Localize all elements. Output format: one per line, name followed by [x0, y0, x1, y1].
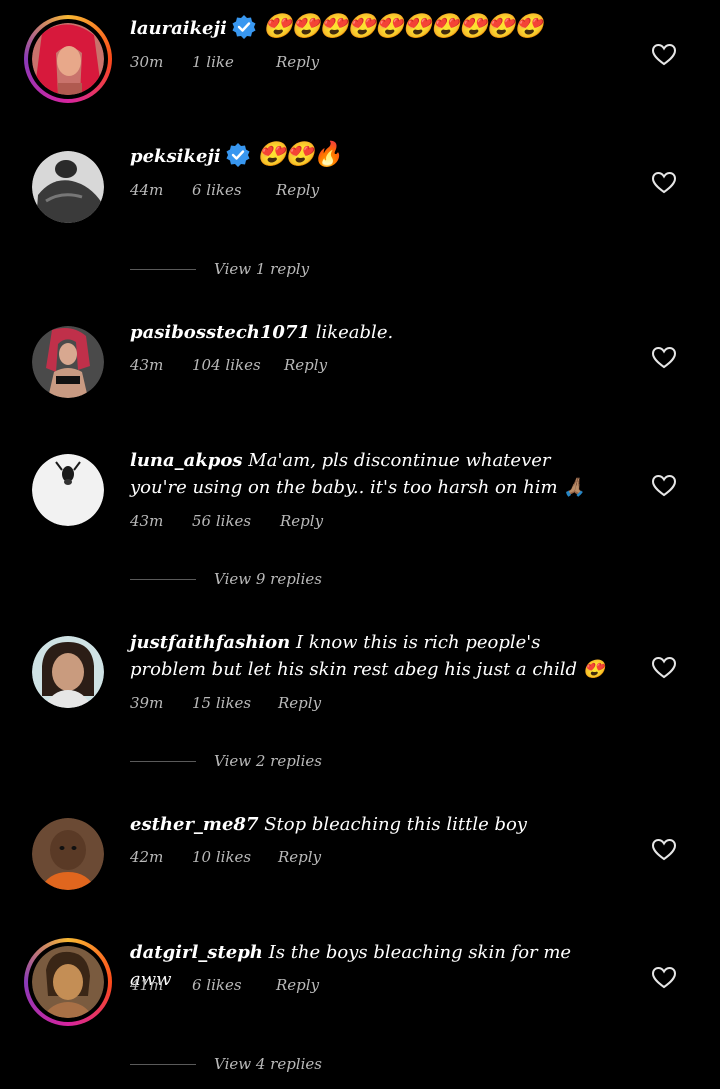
reply-button[interactable]: Reply — [276, 181, 319, 199]
comment-body: likeable. — [315, 322, 394, 343]
comment-time: 44m — [130, 181, 164, 199]
avatar — [32, 23, 104, 95]
comment-text-block: esther_me87 Stop bleaching this little b… — [130, 811, 610, 838]
reply-button[interactable]: Reply — [276, 976, 319, 994]
view-replies-divider — [130, 761, 196, 762]
comment-likes[interactable]: 6 likes — [192, 976, 276, 994]
comment-meta: 39m 15 likes Reply — [130, 694, 321, 712]
comment-body: 😍😍🔥 — [256, 140, 343, 168]
view-replies-label[interactable]: View 1 reply — [214, 260, 309, 278]
heart-icon[interactable] — [651, 965, 677, 991]
view-replies-label[interactable]: View 9 replies — [214, 570, 322, 588]
reply-button[interactable]: Reply — [276, 53, 319, 71]
avatar-wrap[interactable] — [32, 151, 104, 223]
heart-icon[interactable] — [651, 170, 677, 196]
comment-meta: 30m 1 like Reply — [130, 53, 319, 71]
avatar-story-ring[interactable] — [24, 938, 112, 1026]
avatar-wrap[interactable] — [32, 818, 104, 890]
comment-time: 39m — [130, 694, 164, 712]
view-replies-divider — [130, 1064, 196, 1065]
comment-text-block: luna_akpos Ma'am, pls discontinue whatev… — [130, 447, 610, 501]
view-replies-label[interactable]: View 4 replies — [214, 1055, 322, 1073]
comment-body: Stop bleaching this little boy — [264, 814, 527, 835]
avatar — [32, 636, 104, 708]
heart-icon[interactable] — [651, 42, 677, 68]
avatar — [32, 326, 104, 398]
comment-body: 😍😍😍😍😍😍😍😍😍😍 — [262, 12, 544, 40]
comment-time: 42m — [130, 848, 164, 866]
avatar-wrap[interactable] — [32, 326, 104, 398]
avatar — [32, 151, 104, 223]
comment-username[interactable]: esther_me87 — [130, 814, 258, 835]
heart-icon[interactable] — [651, 837, 677, 863]
comment-username[interactable]: datgirl_steph — [130, 942, 263, 963]
comment-meta: 42m 10 likes Reply — [130, 848, 321, 866]
comment-text-block: peksikeji 😍😍🔥 — [130, 141, 610, 170]
comment-username[interactable]: lauraikeji — [130, 18, 227, 39]
comment-time: 43m — [130, 356, 164, 374]
comment-likes[interactable]: 56 likes — [192, 512, 280, 530]
comment-time: 30m — [130, 53, 164, 71]
avatar-story-ring[interactable] — [24, 15, 112, 103]
verified-badge-icon — [226, 143, 250, 167]
comment-meta: 41m 6 likes Reply — [130, 976, 319, 994]
comment-username[interactable]: pasibosstech1071 — [130, 322, 310, 343]
reply-button[interactable]: Reply — [278, 848, 321, 866]
heart-icon[interactable] — [651, 655, 677, 681]
comment-text-block: lauraikeji 😍😍😍😍😍😍😍😍😍😍 — [130, 13, 610, 42]
comment-likes[interactable]: 1 like — [192, 53, 276, 71]
comment-time: 41m — [130, 976, 164, 994]
comment-meta: 44m 6 likes Reply — [130, 181, 319, 199]
comment-likes[interactable]: 6 likes — [192, 181, 276, 199]
comment-likes[interactable]: 104 likes — [192, 356, 284, 374]
view-replies-divider — [130, 269, 196, 270]
avatar — [32, 818, 104, 890]
comment-meta: 43m 56 likes Reply — [130, 512, 323, 530]
reply-button[interactable]: Reply — [284, 356, 327, 374]
comment-likes[interactable]: 10 likes — [192, 848, 278, 866]
comment-username[interactable]: peksikeji — [130, 146, 221, 167]
heart-icon[interactable] — [651, 345, 677, 371]
comment-likes[interactable]: 15 likes — [192, 694, 278, 712]
comments-screen: { "colors": { "background": "#000000", "… — [0, 0, 720, 1089]
view-replies-label[interactable]: View 2 replies — [214, 752, 322, 770]
reply-button[interactable]: Reply — [278, 694, 321, 712]
avatar-wrap[interactable] — [32, 636, 104, 708]
reply-button[interactable]: Reply — [280, 512, 323, 530]
comment-username[interactable]: luna_akpos — [130, 450, 243, 471]
comment-time: 43m — [130, 512, 164, 530]
comment-meta: 43m 104 likes Reply — [130, 356, 327, 374]
avatar — [32, 454, 104, 526]
comment-username[interactable]: justfaithfashion — [130, 632, 290, 653]
heart-icon[interactable] — [651, 473, 677, 499]
avatar-wrap[interactable] — [32, 454, 104, 526]
comment-text-block: justfaithfashion I know this is rich peo… — [130, 629, 610, 683]
verified-badge-icon — [232, 15, 256, 39]
view-replies-divider — [130, 579, 196, 580]
avatar — [32, 946, 104, 1018]
comment-text-block: pasibosstech1071 likeable. — [130, 319, 610, 346]
